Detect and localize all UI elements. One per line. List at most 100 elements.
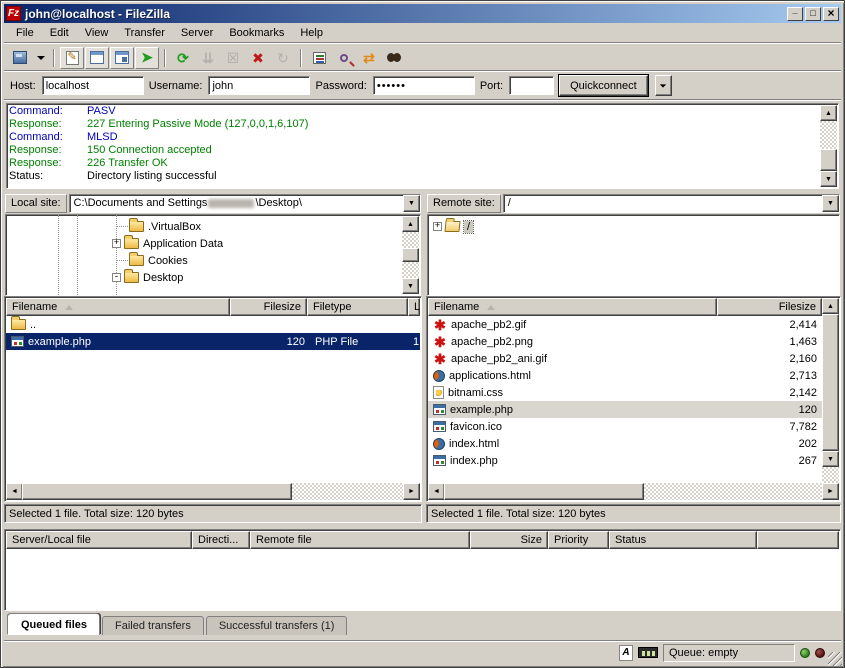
transfer-type-icon[interactable]: A [619,645,633,661]
tree-item-cookies[interactable]: Cookies [116,252,188,269]
scroll-up-button[interactable]: ▲ [402,216,419,232]
speed-limit-icon[interactable] [638,647,658,658]
menu-server[interactable]: Server [173,25,221,41]
menu-view[interactable]: View [77,25,117,41]
tab-queued-files[interactable]: Queued files [8,614,100,635]
column-header-filename[interactable]: Filename [6,298,230,316]
cancel-operation-button[interactable]: ☒ [221,47,245,69]
local-list-horizontal-scrollbar[interactable]: ◄ ► [6,483,420,500]
column-header-size[interactable]: Size [470,531,548,549]
column-header-remote-file[interactable]: Remote file [250,531,470,549]
file-row-parent-dir[interactable]: .. [6,316,420,333]
tree-item-root[interactable]: + / [433,218,473,235]
local-path-combo[interactable]: C:\Documents and Settings\Desktop\ [69,194,421,213]
file-row[interactable]: index.html 202 [428,435,822,452]
scrollbar-track[interactable] [292,483,404,500]
scroll-down-button[interactable]: ▼ [822,451,839,467]
file-row[interactable]: ✱apache_pb2.gif 2,414 [428,316,822,333]
file-row-example-php[interactable]: example.php 120 PHP File 1 [6,333,420,350]
resize-grip[interactable] [828,652,842,666]
menu-bookmarks[interactable]: Bookmarks [221,25,292,41]
menu-transfer[interactable]: Transfer [116,25,173,41]
scrollbar-track[interactable] [822,467,839,483]
tree-item-desktop[interactable]: - Desktop [112,269,183,286]
menu-file[interactable]: File [8,25,42,41]
column-header-server-local-file[interactable]: Server/Local file [6,531,192,549]
toggle-remote-tree-button[interactable] [110,47,134,69]
expand-icon[interactable]: + [433,222,442,231]
remote-list-horizontal-scrollbar[interactable]: ◄ ► [428,483,839,500]
column-header-direction[interactable]: Directi... [192,531,250,549]
site-manager-dropdown-button[interactable] [33,47,48,69]
scroll-up-button[interactable]: ▲ [820,105,837,121]
quickconnect-button[interactable]: Quickconnect [559,75,648,96]
scrollbar-thumb[interactable] [822,314,839,451]
tab-failed-transfers[interactable]: Failed transfers [102,616,204,635]
reconnect-button[interactable]: ↻ [271,47,295,69]
minimize-button[interactable] [787,7,803,21]
remote-path-dropdown-button[interactable] [822,195,839,212]
synchronized-browsing-button[interactable]: ⇄ [357,47,381,69]
collapse-icon[interactable]: - [112,273,121,282]
file-row[interactable]: favicon.ico 7,782 [428,418,822,435]
scroll-right-button[interactable]: ► [403,483,420,500]
local-tree-vertical-scrollbar[interactable]: ▲ ▼ [402,216,419,294]
find-files-button[interactable] [382,47,406,69]
disconnect-button[interactable]: ✖ [246,47,270,69]
local-path-dropdown-button[interactable] [403,195,420,212]
column-header-filetype[interactable]: Filetype [307,298,408,316]
cancel-icon: ☒ [227,51,240,65]
menu-edit[interactable]: Edit [42,25,77,41]
scroll-down-button[interactable]: ▼ [820,171,837,187]
tab-successful-transfers[interactable]: Successful transfers (1) [206,616,348,635]
scrollbar-thumb[interactable] [402,248,419,262]
quickconnect-dropdown-button[interactable] [655,75,672,96]
tree-item-application-data[interactable]: + Application Data [112,235,223,252]
scrollbar-track[interactable] [644,483,823,500]
directory-comparison-button[interactable] [332,47,356,69]
scroll-up-button[interactable]: ▲ [822,298,839,314]
column-header-priority[interactable]: Priority [548,531,609,549]
file-row[interactable]: ✱apache_pb2.png 1,463 [428,333,822,350]
column-header-status[interactable]: Status [609,531,757,549]
port-input[interactable] [509,76,554,95]
expand-icon[interactable]: + [112,239,121,248]
scrollbar-thumb[interactable] [820,149,837,171]
refresh-button[interactable]: ⟳ [171,47,195,69]
remote-path: / [508,197,511,209]
log-vertical-scrollbar[interactable]: ▲ ▼ [820,105,837,187]
scroll-left-button[interactable]: ◄ [6,483,23,500]
toggle-transfer-queue-button[interactable]: ➤ [135,47,159,69]
scroll-right-button[interactable]: ► [822,483,839,500]
toggle-local-tree-button[interactable] [85,47,109,69]
scrollbar-thumb[interactable] [22,483,292,500]
remote-path-combo[interactable]: / [503,194,840,213]
file-row[interactable]: bitnami.css 2,142 [428,384,822,401]
remote-list-vertical-scrollbar[interactable]: ▲ ▼ [822,298,839,483]
file-row[interactable]: applications.html 2,713 [428,367,822,384]
password-input[interactable] [373,76,475,95]
tree-item-virtualbox[interactable]: .VirtualBox [116,218,201,235]
column-header-filename[interactable]: Filename [428,298,717,316]
host-input[interactable] [42,76,144,95]
file-row[interactable]: index.php 267 [428,452,822,469]
maximize-button[interactable] [805,7,821,21]
menu-help[interactable]: Help [292,25,331,41]
process-queue-button[interactable]: ⇊ [196,47,220,69]
site-manager-button[interactable] [8,47,32,69]
transfer-queue: Server/Local file Directi... Remote file… [4,529,841,611]
username-input[interactable] [208,76,310,95]
close-button[interactable] [823,7,839,21]
filezilla-logo-icon: Fz [6,6,21,21]
file-row-example-php[interactable]: example.php 120 [428,401,822,418]
scroll-left-button[interactable]: ◄ [428,483,445,500]
file-row[interactable]: ✱apache_pb2_ani.gif 2,160 [428,350,822,367]
toggle-message-log-button[interactable] [60,47,84,69]
scrollbar-thumb[interactable] [444,483,644,500]
scroll-down-button[interactable]: ▼ [402,278,419,294]
column-header-lastmodified[interactable]: L [408,298,420,316]
column-header-filesize[interactable]: Filesize [230,298,307,316]
column-header-filesize[interactable]: Filesize [717,298,822,316]
remote-tree-icon [115,51,129,64]
directory-listing-filters-button[interactable] [307,47,331,69]
